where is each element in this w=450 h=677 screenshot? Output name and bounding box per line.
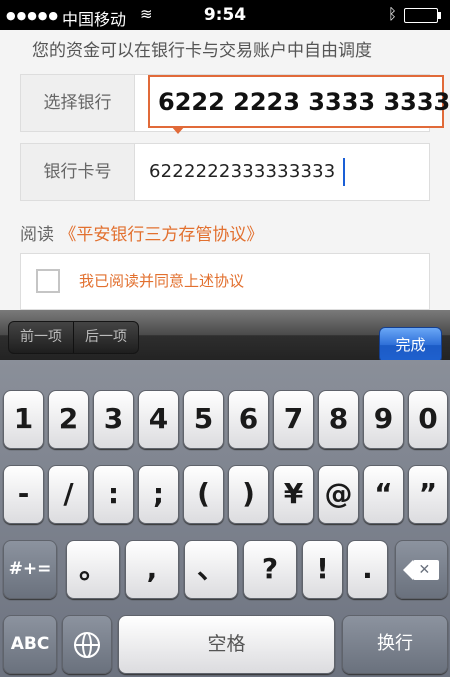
key[interactable]: “ — [363, 465, 404, 524]
numeric-keyboard: 1 2 3 4 5 6 7 8 9 0 - / : ; ( ) ¥ @ “ ” … — [0, 360, 450, 677]
backspace-key[interactable] — [395, 540, 448, 599]
card-number-preview: 6222 2223 3333 3333 — [148, 75, 450, 128]
key[interactable]: 9 — [363, 390, 404, 449]
backspace-icon — [402, 560, 439, 580]
read-prefix: 阅读 — [20, 225, 54, 245]
agreement-link[interactable]: 《平安银行三方存管协议》 — [59, 225, 263, 245]
agree-row[interactable]: 我已阅读并同意上述协议 — [20, 253, 430, 310]
key[interactable]: 5 — [183, 390, 224, 449]
key[interactable]: 2 — [48, 390, 89, 449]
key[interactable]: / — [48, 465, 89, 524]
bluetooth-icon: ᛒ — [388, 5, 398, 23]
done-button[interactable]: 完成 — [379, 327, 442, 363]
agreement-line: 阅读 《平安银行三方存管协议》 — [20, 220, 263, 245]
key[interactable]: 4 — [138, 390, 179, 449]
agree-checkbox[interactable] — [36, 269, 60, 293]
keyboard-toolbar: 前一项 后一项 完成 — [0, 310, 450, 363]
key[interactable]: 3 — [93, 390, 134, 449]
field-navigation: 前一项 后一项 — [8, 321, 139, 354]
agree-checkbox-label: 我已阅读并同意上述协议 — [79, 272, 245, 290]
space-key[interactable]: 空格 — [118, 615, 335, 674]
key[interactable]: @ — [318, 465, 359, 524]
key[interactable]: , — [125, 540, 179, 599]
previous-field-button[interactable]: 前一项 — [9, 322, 73, 353]
select-bank-label: 选择银行 — [21, 75, 135, 131]
key[interactable]: - — [3, 465, 44, 524]
key[interactable]: ¥ — [273, 465, 314, 524]
return-key[interactable]: 换行 — [342, 615, 448, 674]
language-key[interactable] — [62, 615, 112, 674]
key[interactable]: 1 — [3, 390, 44, 449]
card-number-label: 银行卡号 — [21, 144, 135, 200]
text-cursor — [343, 158, 345, 186]
key[interactable]: ) — [228, 465, 269, 524]
key[interactable]: 6 — [228, 390, 269, 449]
key[interactable]: 0 — [408, 390, 448, 449]
key[interactable]: 、 — [184, 540, 238, 599]
key[interactable]: ” — [408, 465, 448, 524]
key[interactable]: ? — [243, 540, 297, 599]
funds-notice: 您的资金可以在银行卡与交易账户中自由调度 — [32, 41, 372, 61]
key[interactable]: ! — [302, 540, 343, 599]
key[interactable]: ( — [183, 465, 224, 524]
status-bar: ●●●●● 中国移动 ≋ 9:54 ᛒ — [0, 0, 450, 30]
key[interactable]: . — [347, 540, 388, 599]
abc-key[interactable]: ABC — [3, 615, 57, 674]
key[interactable]: : — [93, 465, 134, 524]
card-number-input[interactable]: 6222222333333333 — [149, 161, 335, 182]
preview-pointer — [171, 126, 185, 134]
symbols-toggle-key[interactable]: #+= — [3, 540, 57, 599]
globe-icon — [74, 632, 100, 658]
battery-icon — [404, 8, 441, 23]
clock: 9:54 — [203, 5, 247, 25]
key[interactable]: 。 — [66, 540, 120, 599]
key[interactable]: 7 — [273, 390, 314, 449]
card-number-field[interactable]: 银行卡号 6222222333333333 — [20, 143, 430, 201]
key[interactable]: ; — [138, 465, 179, 524]
next-field-button[interactable]: 后一项 — [73, 322, 138, 353]
transfer-form: 您的资金可以在银行卡与交易账户中自由调度 选择银行 银行卡号 622222233… — [0, 30, 450, 330]
key[interactable]: 8 — [318, 390, 359, 449]
